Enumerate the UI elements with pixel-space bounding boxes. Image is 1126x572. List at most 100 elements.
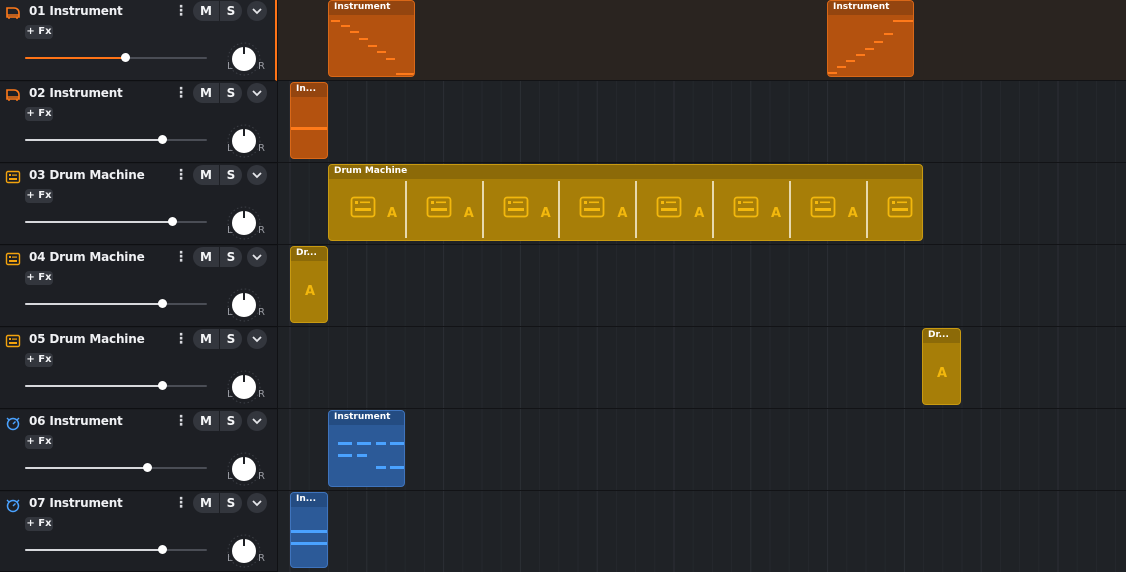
synth-icon [6,417,20,431]
track-menu-icon[interactable]: ⋮ [174,494,188,512]
drum-machine-icon [5,252,21,266]
lane-07[interactable]: In... [278,492,1126,572]
midi-note [368,45,377,47]
volume-thumb[interactable] [158,135,167,144]
volume-thumb[interactable] [158,299,167,308]
midi-note [331,20,340,22]
track-header-04[interactable]: 04 Drum Machine ⋮ M S + Fx L R [0,246,277,327]
track-menu-icon[interactable]: ⋮ [174,2,188,20]
pan-right-label: R [258,61,265,72]
midi-note [357,454,367,457]
pattern-divider [788,181,791,238]
volume-slider[interactable] [25,135,207,144]
drum-machine-clip[interactable]: Drum Machine A A A A A A A [328,164,923,241]
expand-button[interactable] [247,411,267,431]
solo-button[interactable]: S [220,493,242,513]
track-number: 02 [29,86,46,100]
drum-machine-clip[interactable]: Dr... A [922,328,961,405]
solo-button[interactable]: S [220,1,242,21]
track-header-03[interactable]: 03 Drum Machine ⋮ M S + Fx L R [0,164,277,245]
mute-button[interactable]: M [193,83,219,103]
mute-button[interactable]: M [193,247,219,267]
volume-slider[interactable] [25,381,207,390]
lane-02[interactable]: In... [278,82,1126,163]
midi-note [865,48,874,50]
track-header-07[interactable]: 07 Instrument ⋮ M S + Fx L R [0,492,277,572]
expand-button[interactable] [247,493,267,513]
mute-button[interactable]: M [193,165,219,185]
clip-title: Dr... [296,248,317,258]
midi-note [390,442,404,445]
lane-04[interactable]: Dr... A [278,246,1126,327]
midi-note [291,530,327,533]
mute-button[interactable]: M [193,1,219,21]
arrangement-area[interactable]: Instrument Instrument In... Drum Machine… [277,0,1126,572]
volume-thumb[interactable] [168,217,177,226]
expand-button[interactable] [247,1,267,21]
solo-button[interactable]: S [220,411,242,431]
track-menu-icon[interactable]: ⋮ [174,330,188,348]
pattern-label: A [617,206,628,221]
solo-button[interactable]: S [220,83,242,103]
drum-machine-icon [579,196,605,218]
volume-thumb[interactable] [121,53,130,62]
track-header-05[interactable]: 05 Drum Machine ⋮ M S + Fx L R [0,328,277,409]
add-fx-button[interactable]: + Fx [25,271,53,285]
drum-machine-icon [733,196,759,218]
track-number: 05 [29,332,46,346]
pan-right-label: R [258,225,265,236]
track-menu-icon[interactable]: ⋮ [174,166,188,184]
mute-button[interactable]: M [193,493,219,513]
track-header-02[interactable]: 02 Instrument ⋮ M S + Fx L R [0,82,277,163]
add-fx-button[interactable]: + Fx [25,353,53,367]
pan-left-label: L [227,471,233,482]
instrument-clip[interactable]: Instrument [328,0,415,77]
add-fx-button[interactable]: + Fx [25,189,53,203]
midi-note [828,72,837,74]
volume-thumb[interactable] [158,381,167,390]
volume-thumb[interactable] [158,545,167,554]
add-fx-button[interactable]: + Fx [25,107,53,121]
pan-left-label: L [227,143,233,154]
expand-button[interactable] [247,165,267,185]
volume-slider[interactable] [25,53,207,62]
solo-button[interactable]: S [220,329,242,349]
mute-button[interactable]: M [193,411,219,431]
pattern-label: A [463,206,474,221]
track-title: 04 Drum Machine [29,250,145,264]
midi-note [893,20,913,22]
lane-01[interactable]: Instrument Instrument [278,0,1126,81]
instrument-clip[interactable]: Instrument [328,410,405,487]
mute-button[interactable]: M [193,329,219,349]
track-header-01[interactable]: 01 Instrument ⋮ M S + Fx L R [0,0,277,81]
track-menu-icon[interactable]: ⋮ [174,248,188,266]
pan-left-label: L [227,553,233,564]
solo-button[interactable]: S [220,165,242,185]
expand-button[interactable] [247,247,267,267]
volume-slider[interactable] [25,545,207,554]
piano-icon [6,89,20,101]
track-header-06[interactable]: 06 Instrument ⋮ M S + Fx L R [0,410,277,491]
track-number: 01 [29,4,46,18]
expand-button[interactable] [247,329,267,349]
track-menu-icon[interactable]: ⋮ [174,412,188,430]
volume-slider[interactable] [25,217,207,226]
add-fx-button[interactable]: + Fx [25,435,53,449]
instrument-clip[interactable]: In... [290,82,328,159]
solo-button[interactable]: S [220,247,242,267]
expand-button[interactable] [247,83,267,103]
instrument-clip[interactable]: Instrument [827,0,914,77]
lane-03[interactable]: Drum Machine A A A A A A A [278,164,1126,245]
lane-06[interactable]: Instrument [278,410,1126,491]
lane-05[interactable]: Dr... A [278,328,1126,409]
add-fx-button[interactable]: + Fx [25,517,53,531]
clip-title: In... [296,494,317,504]
volume-slider[interactable] [25,463,207,472]
volume-slider[interactable] [25,299,207,308]
track-menu-icon[interactable]: ⋮ [174,84,188,102]
instrument-clip[interactable]: In... [290,492,328,568]
add-fx-button[interactable]: + Fx [25,25,53,39]
pattern-divider [558,181,561,238]
volume-thumb[interactable] [143,463,152,472]
drum-machine-clip[interactable]: Dr... A [290,246,328,323]
